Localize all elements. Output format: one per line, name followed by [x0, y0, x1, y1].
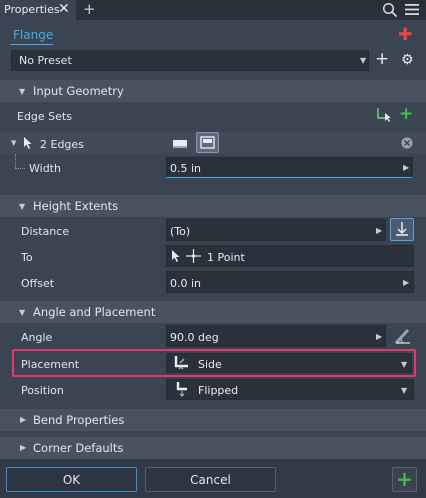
hamburger-menu-icon[interactable] — [404, 3, 420, 16]
edge-sets-label: Edge Sets — [17, 110, 72, 123]
angle-label: Angle — [21, 331, 53, 344]
to-point-selector[interactable] — [166, 245, 414, 267]
chevron-right-icon[interactable]: ▶ — [376, 332, 382, 341]
position-label: Position — [21, 384, 64, 397]
section-title: Corner Defaults — [33, 441, 124, 455]
chevron-right-icon[interactable]: ▶ — [20, 415, 26, 424]
to-label: To — [21, 251, 33, 264]
point-icon — [186, 249, 201, 263]
distance-label: Distance — [21, 225, 70, 238]
placement-value: Side — [198, 358, 222, 371]
flange-edge-option-icon[interactable] — [171, 135, 189, 151]
add-icon: + — [396, 467, 413, 491]
ok-button[interactable]: OK — [6, 467, 137, 492]
tree-line — [15, 168, 25, 169]
offset-value: 0.0 in — [170, 277, 202, 290]
contour-edge-icon — [200, 136, 215, 149]
chevron-down-icon[interactable]: ▼ — [401, 360, 407, 369]
cancel-label: Cancel — [190, 473, 231, 487]
search-icon[interactable] — [382, 2, 398, 18]
angle-measure-icon[interactable] — [393, 326, 413, 346]
feature-name-link[interactable]: Flange — [13, 28, 53, 42]
chevron-right-icon[interactable]: ▶ — [20, 443, 26, 452]
add-edge-set-icon[interactable]: + — [399, 104, 413, 124]
offset-label: Offset — [21, 277, 55, 290]
placement-label: Placement — [21, 358, 80, 371]
width-value: 0.5 in — [170, 162, 202, 175]
ok-label: OK — [62, 473, 81, 487]
section-title: Input Geometry — [33, 84, 124, 98]
angle-value: 90.0 deg — [170, 331, 219, 344]
select-edge-icon[interactable] — [376, 106, 392, 122]
cursor-icon — [172, 250, 180, 262]
chevron-down-icon[interactable]: ▼ — [401, 386, 407, 395]
chevron-down-icon[interactable]: ▼ — [19, 87, 25, 96]
chevron-down-icon[interactable]: ▼ — [11, 139, 16, 147]
chevron-right-icon[interactable]: ▶ — [403, 163, 409, 172]
gear-icon[interactable]: ⚙ — [401, 52, 414, 68]
position-flipped-icon — [176, 382, 187, 397]
distance-input[interactable] — [166, 219, 386, 241]
distance-value: (To) — [170, 225, 191, 238]
offset-input[interactable] — [166, 271, 414, 293]
section-title: Angle and Placement — [33, 305, 156, 319]
remove-icon[interactable] — [401, 137, 413, 149]
position-value: Flipped — [198, 384, 239, 397]
tree-line — [15, 154, 16, 168]
edges-count: 2 Edges — [40, 138, 84, 151]
chevron-down-icon[interactable]: ▼ — [19, 202, 25, 211]
section-title: Height Extents — [33, 199, 119, 213]
width-input[interactable] — [166, 157, 413, 178]
add-tab-icon[interactable]: + — [83, 0, 96, 18]
placement-side-icon — [174, 356, 188, 370]
chevron-down-icon[interactable]: ▼ — [19, 308, 25, 317]
tab-label: Properties — [4, 3, 60, 16]
apply-button[interactable]: + — [392, 467, 417, 492]
add-icon[interactable]: + — [375, 49, 389, 69]
section-title: Bend Properties — [33, 413, 125, 427]
width-label: Width — [29, 162, 61, 175]
close-icon[interactable]: ✕ — [58, 1, 70, 17]
chevron-down-icon[interactable]: ▼ — [360, 56, 366, 65]
direction-to-icon — [396, 222, 408, 236]
add-preset-icon[interactable]: ✚ — [398, 25, 412, 45]
cancel-button[interactable]: Cancel — [145, 467, 276, 492]
cursor-icon — [24, 137, 32, 149]
chevron-right-icon[interactable]: ▶ — [403, 278, 409, 287]
preset-value: No Preset — [19, 54, 72, 67]
feature-name-underline — [10, 44, 53, 45]
to-value: 1 Point — [207, 251, 245, 264]
chevron-right-icon[interactable]: ▶ — [376, 226, 382, 235]
